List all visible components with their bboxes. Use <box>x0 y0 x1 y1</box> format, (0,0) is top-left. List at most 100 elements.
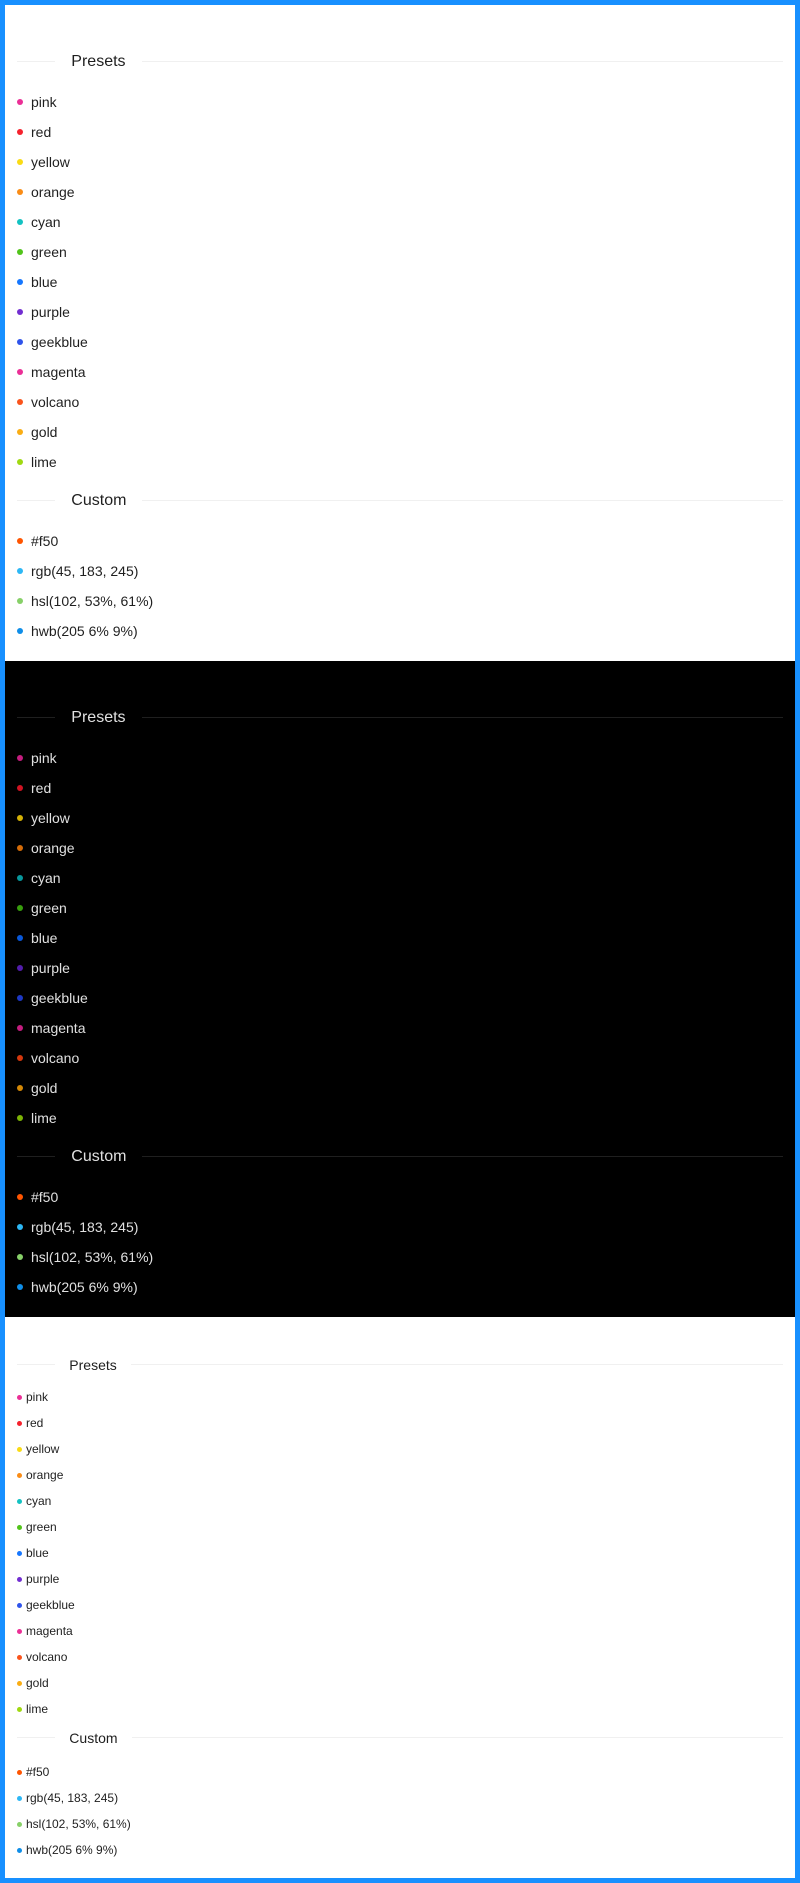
status-dot-icon <box>17 99 23 105</box>
badge-blue: blue <box>17 267 783 297</box>
badge-label: magenta <box>31 364 86 380</box>
badge-magenta: magenta <box>17 357 783 387</box>
badge-label: yellow <box>31 154 70 170</box>
badge-red: red <box>17 1410 783 1436</box>
badge-label: volcano <box>31 394 80 410</box>
badge-lime: lime <box>17 1103 783 1133</box>
light-theme-panel: Presets pink red yellow orange cyan gree… <box>5 5 795 661</box>
status-dot-icon <box>17 935 23 941</box>
status-dot-icon <box>17 1550 22 1556</box>
status-dot-icon <box>17 845 23 851</box>
badge-custom-rgb: rgb(45, 183, 245) <box>17 1785 783 1811</box>
badge-lime: lime <box>17 447 783 477</box>
badge-geekblue: geekblue <box>17 327 783 357</box>
badge-yellow: yellow <box>17 147 783 177</box>
status-dot-icon <box>17 1524 22 1530</box>
badge-label: gold <box>31 424 58 440</box>
badge-label: geekblue <box>31 334 88 350</box>
badge-label: gold <box>26 1676 49 1690</box>
badge-label: hwb(205 6% 9%) <box>31 1279 138 1295</box>
status-dot-icon <box>17 1498 22 1504</box>
status-dot-icon <box>17 1394 22 1400</box>
presets-badge-list: pink red yellow orange cyan green blue p… <box>17 87 783 477</box>
status-dot-icon <box>17 815 23 821</box>
custom-title: Custom <box>71 1148 127 1165</box>
status-dot-icon <box>17 1224 23 1230</box>
badge-label: cyan <box>31 870 61 886</box>
status-dot-icon <box>17 399 23 405</box>
badge-custom-f50: #f50 <box>17 1759 783 1785</box>
status-dot-icon <box>17 755 23 761</box>
badge-label: blue <box>26 1546 49 1560</box>
badge-label: magenta <box>31 1020 86 1036</box>
badge-label: lime <box>31 1110 57 1126</box>
badge-label: purple <box>26 1572 60 1586</box>
badge-gold: gold <box>17 1073 783 1103</box>
badge-custom-hwb: hwb(205 6% 9%) <box>17 616 783 646</box>
badge-label: volcano <box>26 1650 68 1664</box>
status-dot-icon <box>17 995 23 1001</box>
status-dot-icon <box>17 249 23 255</box>
badge-red: red <box>17 773 783 803</box>
status-dot-icon <box>17 1115 23 1121</box>
badge-yellow: yellow <box>17 1436 783 1462</box>
badge-label: rgb(45, 183, 245) <box>31 1219 139 1235</box>
badge-custom-f50: #f50 <box>17 1182 783 1212</box>
badge-magenta: magenta <box>17 1618 783 1644</box>
badge-label: hwb(205 6% 9%) <box>26 1843 118 1857</box>
status-dot-icon <box>17 538 23 544</box>
status-dot-icon <box>17 1795 22 1801</box>
status-dot-icon <box>17 1284 23 1290</box>
badge-cyan: cyan <box>17 863 783 893</box>
badge-label: purple <box>31 304 70 320</box>
badge-green: green <box>17 1514 783 1540</box>
badge-geekblue: geekblue <box>17 1592 783 1618</box>
badge-label: rgb(45, 183, 245) <box>31 563 139 579</box>
status-dot-icon <box>17 875 23 881</box>
badge-green: green <box>17 893 783 923</box>
status-dot-icon <box>17 1472 22 1478</box>
badge-yellow: yellow <box>17 803 783 833</box>
badge-blue: blue <box>17 1540 783 1566</box>
custom-badge-list: #f50 rgb(45, 183, 245) hsl(102, 53%, 61%… <box>17 1182 783 1302</box>
preview-frame: Presets pink red yellow orange cyan gree… <box>5 5 795 1878</box>
badge-label: green <box>31 244 67 260</box>
badge-pink: pink <box>17 1384 783 1410</box>
badge-custom-hwb: hwb(205 6% 9%) <box>17 1272 783 1302</box>
badge-volcano: volcano <box>17 1043 783 1073</box>
status-dot-icon <box>17 785 23 791</box>
badge-cyan: cyan <box>17 1488 783 1514</box>
badge-gold: gold <box>17 1670 783 1696</box>
status-dot-icon <box>17 219 23 225</box>
status-dot-icon <box>17 568 23 574</box>
status-dot-icon <box>17 369 23 375</box>
custom-divider: Custom <box>17 1727 783 1749</box>
badge-custom-rgb: rgb(45, 183, 245) <box>17 556 783 586</box>
status-dot-icon <box>17 1420 22 1426</box>
status-dot-icon <box>17 189 23 195</box>
status-dot-icon <box>17 1602 22 1608</box>
badge-label: yellow <box>26 1442 60 1456</box>
badge-custom-rgb: rgb(45, 183, 245) <box>17 1212 783 1242</box>
badge-label: pink <box>31 94 57 110</box>
badge-pink: pink <box>17 743 783 773</box>
status-dot-icon <box>17 1446 22 1452</box>
badge-lime: lime <box>17 1696 783 1722</box>
badge-label: geekblue <box>31 990 88 1006</box>
badge-label: green <box>31 900 67 916</box>
custom-divider: Custom <box>17 1145 783 1169</box>
badge-green: green <box>17 237 783 267</box>
status-dot-icon <box>17 1576 22 1582</box>
status-dot-icon <box>17 1628 22 1634</box>
badge-orange: orange <box>17 833 783 863</box>
badge-label: cyan <box>26 1494 52 1508</box>
presets-title: Presets <box>71 53 126 70</box>
status-dot-icon <box>17 1706 22 1712</box>
badge-label: blue <box>31 274 58 290</box>
badge-magenta: magenta <box>17 1013 783 1043</box>
badge-purple: purple <box>17 953 783 983</box>
badge-label: purple <box>31 960 70 976</box>
badge-label: lime <box>31 454 57 470</box>
badge-label: #f50 <box>31 533 59 549</box>
presets-title: Presets <box>71 709 126 726</box>
